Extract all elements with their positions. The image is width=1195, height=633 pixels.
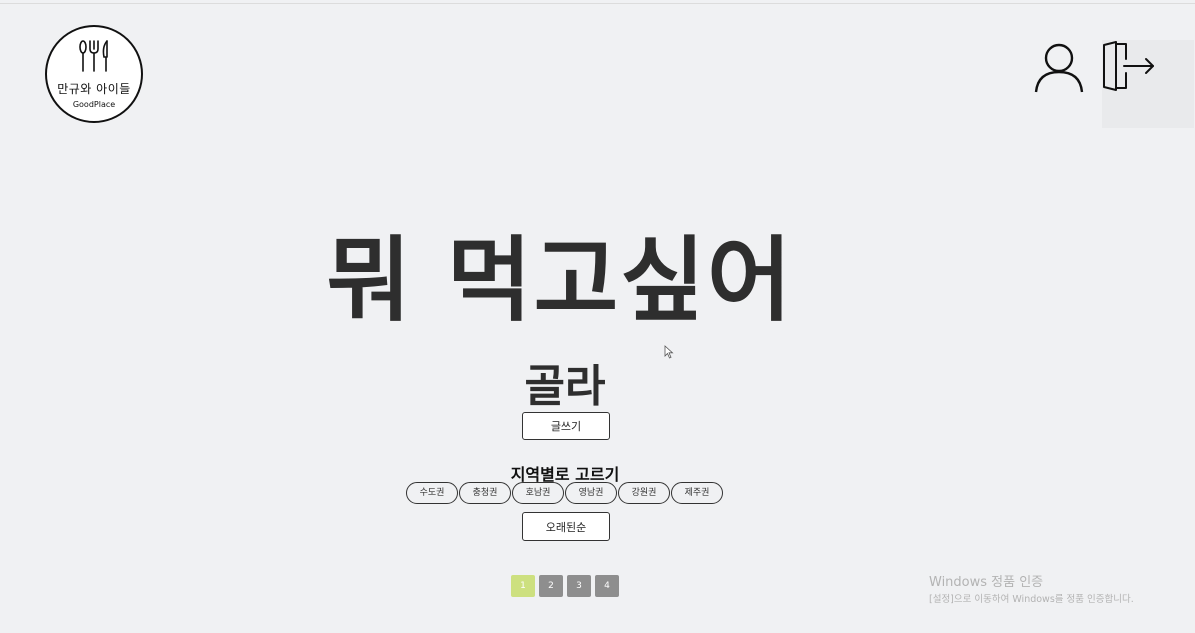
top-divider xyxy=(0,3,1195,4)
watermark-title: Windows 정품 인증 xyxy=(929,575,1044,590)
region-gangwon-button[interactable]: 강원권 xyxy=(618,482,670,504)
write-post-button[interactable]: 글쓰기 xyxy=(522,412,610,440)
pagination: 1 2 3 4 xyxy=(511,575,619,597)
logo[interactable]: 만규와 아이들 GoodPlace xyxy=(45,25,143,123)
region-chungcheong-button[interactable]: 충청권 xyxy=(459,482,511,504)
page-title: 뭐 먹고싶어 xyxy=(326,227,794,334)
page-1-button[interactable]: 1 xyxy=(511,575,535,597)
sort-oldest-button[interactable]: 오래된순 xyxy=(522,512,610,541)
page-4-button[interactable]: 4 xyxy=(595,575,619,597)
region-jeju-button[interactable]: 제주권 xyxy=(671,482,723,504)
logout-icon[interactable] xyxy=(1102,41,1156,93)
logo-subtitle: GoodPlace xyxy=(72,100,116,109)
region-sudogwon-button[interactable]: 수도권 xyxy=(406,482,458,504)
region-honam-button[interactable]: 호남권 xyxy=(512,482,564,504)
windows-activation-watermark: Windows 정품 인증 [설정]으로 이동하여 Windows를 정품 인증… xyxy=(929,571,1134,605)
page-3-button[interactable]: 3 xyxy=(567,575,591,597)
region-filter: 수도권 충청권 호남권 영남권 강원권 제주권 xyxy=(406,482,723,504)
logo-name: 만규와 아이들 xyxy=(57,82,131,96)
cutlery-icon xyxy=(79,40,108,72)
user-icon[interactable] xyxy=(1034,42,1084,94)
watermark-message: [설정]으로 이동하여 Windows를 정품 인증합니다. xyxy=(929,594,1134,605)
page-2-button[interactable]: 2 xyxy=(539,575,563,597)
region-yeongnam-button[interactable]: 영남권 xyxy=(565,482,617,504)
mouse-cursor-icon xyxy=(664,345,674,359)
page-subtitle: 골라 xyxy=(524,361,606,412)
